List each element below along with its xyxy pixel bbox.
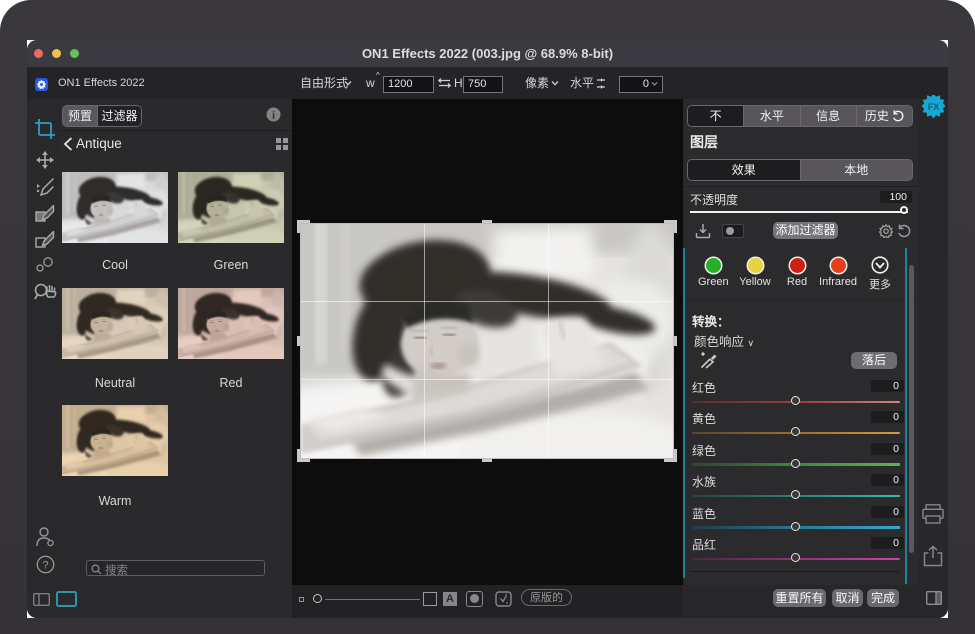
svg-text:FX: FX xyxy=(928,102,940,112)
svg-text:i: i xyxy=(272,110,275,121)
svg-text:?: ? xyxy=(42,560,48,572)
